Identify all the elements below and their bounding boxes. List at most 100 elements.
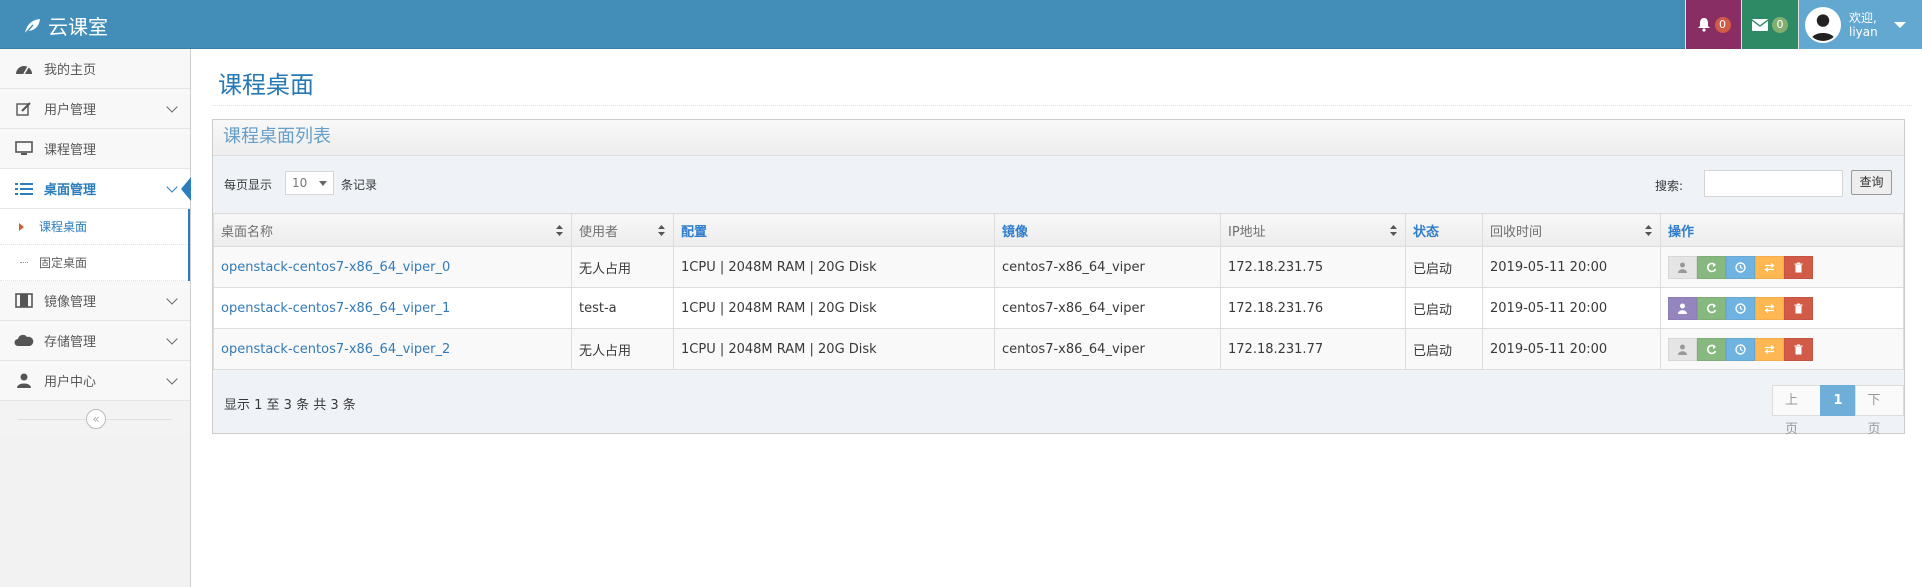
- refresh-button[interactable]: [1697, 337, 1726, 361]
- cell-config: 1CPU | 2048M RAM | 20G Disk: [673, 246, 995, 288]
- sidebar-subitem-label: 固定桌面: [39, 256, 88, 270]
- cell-user: test-a: [571, 287, 674, 329]
- double-angle-left-icon[interactable]: «: [86, 409, 106, 429]
- assign-user-button[interactable]: [1668, 255, 1697, 279]
- desktop-name-link[interactable]: openstack-centos7-x86_64_viper_2: [213, 328, 572, 370]
- cell-recycle-time: 2019-05-11 20:00: [1482, 246, 1661, 288]
- cell-actions: [1660, 287, 1904, 329]
- username: liyan: [1849, 24, 1878, 39]
- sidebar-item-user-management[interactable]: 用户管理: [0, 89, 190, 129]
- avatar: [1805, 6, 1841, 43]
- cell-recycle-time: 2019-05-11 20:00: [1482, 287, 1661, 329]
- page-length-select[interactable]: 10: [285, 171, 334, 195]
- table-row: openstack-centos7-x86_64_viper_2 无人占用 1C…: [213, 328, 1904, 370]
- desktop-name-link[interactable]: openstack-centos7-x86_64_viper_1: [213, 287, 572, 329]
- cell-actions: [1660, 328, 1904, 370]
- prev-page-button[interactable]: 上页: [1772, 385, 1822, 437]
- messages-badge: 0: [1772, 16, 1788, 33]
- sort-icon: [1390, 225, 1397, 236]
- cell-user: 无人占用: [571, 328, 674, 370]
- trash-icon: [1794, 303, 1803, 313]
- transfer-button[interactable]: [1755, 296, 1784, 320]
- schedule-button[interactable]: [1726, 337, 1755, 361]
- column-header-config[interactable]: 配置: [673, 213, 995, 247]
- length-label: 每页显示: [224, 178, 273, 192]
- assign-user-button[interactable]: [1668, 296, 1697, 320]
- delete-button[interactable]: [1784, 337, 1813, 361]
- caret-down-icon: [1893, 21, 1906, 28]
- notifications-badge: 0: [1714, 16, 1731, 33]
- column-header-user[interactable]: 使用者: [571, 213, 674, 247]
- delete-button[interactable]: [1784, 255, 1813, 279]
- table-info: 显示 1 至 3 条 共 3 条: [224, 398, 356, 413]
- sidebar-item-user-center[interactable]: 用户中心: [0, 361, 190, 401]
- trash-icon: [1794, 262, 1803, 272]
- assign-user-button[interactable]: [1668, 337, 1697, 361]
- cell-status: 已启动: [1405, 328, 1483, 370]
- app-title: 云课室: [48, 15, 108, 39]
- user-icon: [17, 373, 31, 388]
- search-input[interactable]: [1704, 170, 1843, 197]
- welcome-text: 欢迎, liyan: [1849, 11, 1878, 39]
- desktop-name-link[interactable]: openstack-centos7-x86_64_viper_0: [213, 246, 572, 288]
- delete-button[interactable]: [1784, 296, 1813, 320]
- column-header-name[interactable]: 桌面名称: [213, 213, 572, 247]
- next-page-button[interactable]: 下页: [1854, 385, 1904, 437]
- cell-actions: [1660, 246, 1904, 288]
- column-header-ip[interactable]: IP地址: [1220, 213, 1406, 247]
- transfer-button[interactable]: [1755, 255, 1784, 279]
- chevron-down-icon: [166, 181, 178, 193]
- page-length-value: 10: [292, 176, 308, 190]
- sidebar-item-home[interactable]: 我的主页: [0, 49, 190, 89]
- user-icon: [1678, 303, 1687, 314]
- dashboard-icon: [16, 65, 32, 74]
- clock-icon: [1735, 343, 1746, 355]
- envelope-icon: [1752, 18, 1768, 31]
- sidebar-item-storage-management[interactable]: 存储管理: [0, 321, 190, 361]
- sort-icon: [1645, 225, 1652, 236]
- refresh-button[interactable]: [1697, 296, 1726, 320]
- cell-status: 已启动: [1405, 246, 1483, 288]
- sidebar-item-course-management[interactable]: 课程管理: [0, 129, 190, 169]
- cloud-icon: [14, 334, 34, 346]
- column-header-image[interactable]: 镜像: [994, 213, 1221, 247]
- notifications-button[interactable]: 0: [1685, 0, 1741, 49]
- page-1-button[interactable]: 1: [1820, 385, 1856, 416]
- cell-status: 已启动: [1405, 287, 1483, 329]
- sidebar-item-image-management[interactable]: 镜像管理: [0, 281, 190, 321]
- page-title: 课程桌面: [218, 71, 314, 99]
- column-header-status[interactable]: 状态: [1405, 213, 1483, 247]
- schedule-button[interactable]: [1726, 255, 1755, 279]
- chevron-down-icon: [166, 333, 178, 345]
- messages-button[interactable]: 0: [1741, 0, 1798, 49]
- schedule-button[interactable]: [1726, 296, 1755, 320]
- transfer-button[interactable]: [1755, 337, 1784, 361]
- cell-user: 无人占用: [571, 246, 674, 288]
- navbar: 云课室 0 0 欢迎, liyan: [0, 0, 1922, 49]
- sidebar-item-label: 镜像管理: [44, 295, 97, 310]
- search-label: 搜索:: [1655, 179, 1684, 193]
- cell-recycle-time: 2019-05-11 20:00: [1482, 328, 1661, 370]
- column-header-recycle-time[interactable]: 回收时间: [1482, 213, 1661, 247]
- user-menu[interactable]: 欢迎, liyan: [1798, 0, 1922, 49]
- user-icon: [1678, 262, 1687, 273]
- column-header-actions: 操作: [1660, 213, 1904, 247]
- brand[interactable]: 云课室: [22, 11, 108, 40]
- sidebar-item-label: 存储管理: [44, 335, 97, 350]
- sidebar-subitem-fixed-desktop[interactable]: 固定桌面: [0, 245, 188, 281]
- sidebar-subitem-course-desktop[interactable]: 课程桌面: [0, 209, 188, 245]
- sidebar: 我的主页 用户管理 课程管理 桌面管理 课程桌面 固定桌面 镜像管理 存储管理: [0, 49, 191, 587]
- refresh-button[interactable]: [1697, 255, 1726, 279]
- tree-dash: [20, 262, 28, 263]
- bell-icon: [1697, 18, 1710, 32]
- leaf-icon: [24, 18, 40, 34]
- sidebar-item-label: 课程管理: [44, 143, 97, 158]
- sidebar-item-label: 用户管理: [44, 103, 97, 118]
- cell-ip: 172.18.231.76: [1220, 287, 1406, 329]
- sidebar-item-label: 桌面管理: [44, 183, 97, 198]
- sidebar-item-label: 我的主页: [44, 63, 97, 78]
- sidebar-item-desktop-management[interactable]: 桌面管理: [0, 169, 191, 209]
- sidebar-item-label: 用户中心: [44, 375, 97, 390]
- search-button[interactable]: 查询: [1851, 170, 1892, 195]
- sidebar-subitem-label: 课程桌面: [39, 220, 88, 234]
